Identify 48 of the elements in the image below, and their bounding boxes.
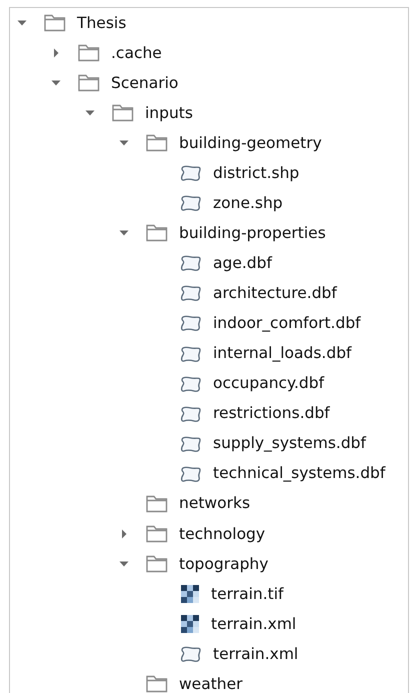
folder-name[interactable]: inputs [145,104,193,122]
folder-icon [78,74,100,92]
file-name[interactable]: terrain.tif [211,584,284,604]
shape-outline-icon [180,645,202,663]
expand-arrow-icon[interactable] [119,528,129,539]
shape-outline-icon [180,254,202,272]
collapse-arrow-icon[interactable] [119,558,129,569]
file-name[interactable]: terrain.xml [213,644,298,664]
file-name[interactable]: indoor_comfort.dbf [213,314,361,333]
shape-outline-icon [180,314,202,332]
shape-outline-icon [180,434,202,453]
file-name[interactable]: architecture.dbf [213,284,337,303]
folder-icon [146,134,168,152]
expand-arrow-icon[interactable] [51,48,61,58]
folder-icon [112,104,134,122]
shape-outline-icon [180,164,202,182]
folder-icon [146,224,168,242]
folder-name[interactable]: building-geometry [179,134,322,152]
checker-grid-icon [180,614,200,634]
shape-outline-icon [180,194,202,212]
shape-outline-icon [180,344,202,363]
folder-name[interactable]: building-properties [179,224,326,243]
folder-icon [146,524,168,543]
shape-outline-icon [180,404,202,423]
folder-name[interactable]: networks [179,494,250,514]
folder-icon [146,554,168,573]
file-name[interactable]: supply_systems.dbf [213,434,366,453]
folder-name[interactable]: Thesis [77,14,126,32]
file-name[interactable]: age.dbf [213,254,272,273]
shape-outline-icon [180,374,202,393]
file-name[interactable]: restrictions.dbf [213,404,330,423]
file-name[interactable]: district.shp [213,164,300,183]
folder-name[interactable]: Scenario [111,74,178,92]
file-name[interactable]: terrain.xml [211,614,296,634]
file-name[interactable]: technical_systems.dbf [213,464,386,484]
shape-outline-icon [180,284,202,302]
shape-outline-icon [180,464,202,483]
folder-icon [146,494,168,513]
folder-name[interactable]: technology [179,524,266,544]
folder-icon [78,44,100,62]
file-name[interactable]: occupancy.dbf [213,374,324,393]
file-name[interactable]: zone.shp [213,194,283,213]
folder-name[interactable]: weather [179,674,243,693]
folder-icon [44,14,66,32]
folder-name[interactable]: .cache [111,44,162,62]
folder-name[interactable]: topography [179,554,268,574]
file-name[interactable]: internal_loads.dbf [213,344,352,363]
checker-grid-icon [180,584,200,604]
